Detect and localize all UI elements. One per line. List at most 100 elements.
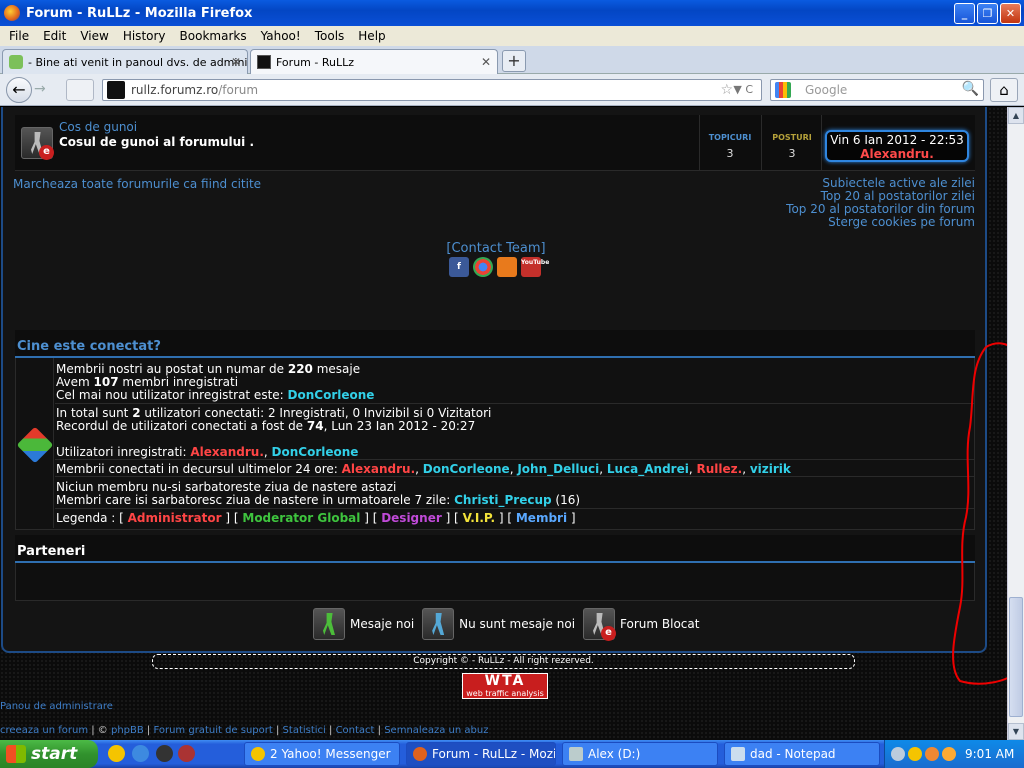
windows-logo-icon [6, 745, 26, 763]
user-link[interactable]: Luca_Andrei [607, 462, 689, 476]
task-notepad[interactable]: dad - Notepad [724, 742, 880, 766]
bookmark-star-icon[interactable]: ☆ [720, 82, 733, 98]
task-firefox[interactable]: Forum - RuLLz - Mozill... [406, 742, 556, 766]
icon-legend: Mesaje noi Nu sunt mesaje noi e Forum Blo… [313, 608, 707, 641]
menu-bookmarks[interactable]: Bookmarks [173, 29, 254, 43]
rss-icon[interactable]: rss [497, 257, 517, 277]
task-explorer[interactable]: Alex (D:) [562, 742, 718, 766]
scroll-down-button[interactable]: ▼ [1008, 723, 1024, 740]
restore-button[interactable]: ❐ [977, 3, 998, 24]
tray-messenger-icon[interactable] [908, 747, 922, 761]
forum-title-link[interactable]: Cos de gunoi [59, 120, 137, 134]
task-yahoo-messenger[interactable]: 2 Yahoo! Messenger [244, 742, 400, 766]
menu-help[interactable]: Help [351, 29, 392, 43]
mark-read-link[interactable]: Marcheaza toate forumurile ca fiind citi… [13, 177, 261, 191]
tab-forum[interactable]: Forum - RuLLz ✕ [250, 49, 498, 74]
text: membri inregistrati [118, 375, 239, 389]
text: Utilizatori inregistrati: [56, 445, 191, 459]
menu-edit[interactable]: Edit [36, 29, 73, 43]
facebook-icon[interactable]: f [449, 257, 469, 277]
text: utilizatori conectati: 2 Inregistrati, 0… [140, 406, 492, 420]
tab-admin-panel[interactable]: - Bine ati venit in panoul dvs. de admin… [2, 49, 248, 74]
start-button[interactable]: start [0, 740, 98, 768]
steam-icon[interactable] [156, 745, 173, 762]
new-tab-button[interactable]: + [502, 50, 526, 72]
menu-history[interactable]: History [116, 29, 173, 43]
search-icon[interactable]: 🔍 [962, 81, 979, 97]
google-icon[interactable]: g [473, 257, 493, 277]
social-icons: f g rss YouTube [449, 257, 549, 277]
newest-member-link[interactable]: DonCorleone [288, 388, 375, 402]
search-placeholder: Google [805, 83, 848, 97]
create-forum-link[interactable]: creeaza un forum [0, 725, 88, 736]
last-24h-line: Membrii conectati in decursul ultimelor … [56, 462, 791, 476]
tab-close-icon[interactable]: ✕ [481, 55, 491, 69]
members-count: 107 [93, 375, 119, 389]
user-link[interactable]: DonCorleone [272, 445, 359, 459]
wta-subtitle: web traffic analysis [466, 689, 544, 698]
report-abuse-link[interactable]: Semnaleaza un abuz [384, 725, 488, 736]
menu-view[interactable]: View [73, 29, 115, 43]
forum-locked-icon: e [21, 127, 54, 160]
back-button[interactable]: ← [6, 77, 32, 103]
youtube-icon[interactable]: YouTube [521, 257, 549, 277]
legend-admin[interactable]: Administrator [128, 511, 222, 525]
search-input[interactable]: Google 🔍 [770, 79, 984, 101]
page-scrollbar[interactable]: ▲ ▼ [1007, 107, 1024, 740]
contact-team-link[interactable]: [Contact Team] [3, 241, 989, 256]
tab-close-icon[interactable]: ✕ [231, 55, 241, 69]
menu-yahoo[interactable]: Yahoo! [254, 29, 308, 43]
start-label: start [31, 744, 78, 764]
user-link[interactable]: Alexandru. [342, 462, 416, 476]
delete-cookies-link[interactable]: Sterge cookies pe forum [786, 216, 975, 229]
wta-title: WTA [484, 673, 526, 689]
legend-vip[interactable]: V.I.P. [463, 511, 495, 525]
menu-file[interactable]: File [2, 29, 36, 43]
minimize-button[interactable]: _ [954, 3, 975, 24]
statistics-link[interactable]: Statistici [283, 725, 326, 736]
tray-update-icon[interactable] [942, 747, 956, 761]
contact-link[interactable]: Contact [336, 725, 375, 736]
legend-line: Legenda : [ Administrator ] [ Moderator … [56, 511, 576, 525]
url-host: rullz.forumz.ro [131, 83, 219, 97]
url-path: /forum [218, 83, 259, 97]
phpbb-link[interactable]: phpBB [111, 725, 144, 736]
url-bar[interactable]: rullz.forumz.ro/forum ☆ ▼ C [102, 79, 762, 101]
forward-button[interactable]: → [34, 81, 46, 97]
tab-bar: - Bine ati venit in panoul dvs. de admin… [0, 46, 1024, 74]
windows-taskbar: start 2 Yahoo! Messenger Forum - RuLLz -… [0, 740, 1024, 768]
yahoo-smiley-icon[interactable] [108, 745, 125, 762]
support-forum-link[interactable]: Forum gratuit de suport [153, 725, 272, 736]
user-link[interactable]: vizirik [750, 462, 791, 476]
admin-panel-link[interactable]: Panou de administrare [0, 701, 113, 712]
close-button[interactable]: ✕ [1000, 3, 1021, 24]
forum-locked-icon: e [583, 608, 617, 641]
legend-global-mod[interactable]: Moderator Global [242, 511, 360, 525]
menu-tools[interactable]: Tools [308, 29, 352, 43]
home-button[interactable]: ⌂ [990, 78, 1018, 102]
task-label: Forum - RuLLz - Mozill... [432, 747, 556, 761]
legend-designer[interactable]: Designer [381, 511, 442, 525]
user-link[interactable]: Rullez. [697, 462, 743, 476]
wta-badge[interactable]: WTA web traffic analysis [462, 673, 548, 699]
scroll-thumb[interactable] [1009, 597, 1023, 717]
user-link[interactable]: Alexandru. [190, 445, 264, 459]
last-post-user-link[interactable]: Alexandru. [827, 147, 967, 161]
site-identity-icon[interactable] [107, 81, 125, 99]
bars-icon[interactable] [66, 79, 94, 101]
game-icon[interactable] [178, 745, 195, 762]
user-link[interactable]: John_Delluci [517, 462, 599, 476]
internet-explorer-icon[interactable] [132, 745, 149, 762]
legend-members[interactable]: Membri [516, 511, 567, 525]
user-link[interactable]: DonCorleone [423, 462, 510, 476]
footer-links: creeaza un forum | © phpBB | Forum gratu… [0, 725, 489, 736]
window-titlebar[interactable]: Forum - RuLLz - Mozilla Firefox _ ❐ ✕ [0, 0, 1024, 26]
google-icon[interactable] [775, 82, 791, 98]
scroll-up-button[interactable]: ▲ [1008, 107, 1024, 124]
tray-smiley-icon[interactable] [925, 747, 939, 761]
clock[interactable]: 9:01 AM [965, 747, 1014, 761]
dropdown-arrow-icon[interactable]: ▼ C [733, 83, 753, 96]
last-post-box: Vin 6 Ian 2012 - 22:53 Alexandru. [825, 130, 969, 162]
user-link[interactable]: Christi_Precup [454, 493, 551, 507]
tray-arrow-icon[interactable] [891, 747, 905, 761]
